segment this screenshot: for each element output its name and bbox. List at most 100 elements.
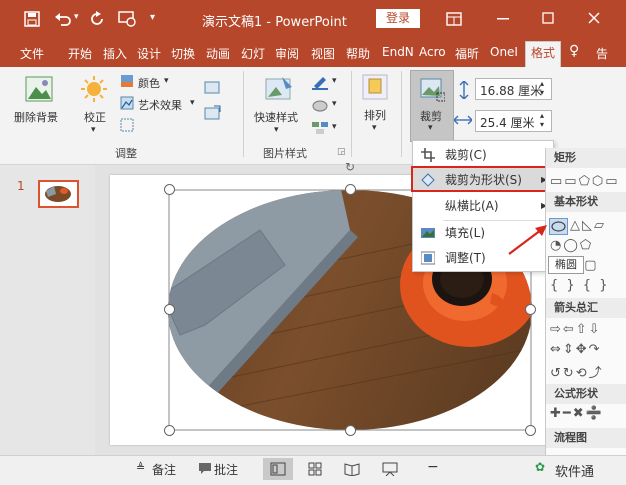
tab-review[interactable]: 审阅 xyxy=(275,45,299,62)
tab-format[interactable]: 格式 xyxy=(525,41,562,68)
arrange-dropdown-icon: ▾ xyxy=(372,123,377,133)
basic-shapes-row-2[interactable]: ◔◯⬠ xyxy=(550,238,593,253)
width-value: 25.4 厘米 xyxy=(480,116,535,130)
reading-view-icon[interactable] xyxy=(344,462,360,476)
corrections-dropdown-icon: ▾ xyxy=(91,125,96,135)
ribbon-display-icon[interactable] xyxy=(446,11,462,27)
resize-handle[interactable] xyxy=(345,425,356,436)
crop-button[interactable]: 裁剪 ▾ xyxy=(410,70,454,142)
crop-icon xyxy=(420,78,445,102)
rotate-handle-icon[interactable]: ↻ xyxy=(345,160,355,174)
tab-home[interactable]: 开始 xyxy=(68,45,92,62)
redo-icon[interactable] xyxy=(88,10,106,28)
quick-styles-button[interactable]: 快速样式 xyxy=(254,109,298,125)
shape-width-icon xyxy=(454,115,472,125)
resize-handle[interactable] xyxy=(164,425,175,436)
rectangle-shapes-row[interactable]: ▭▭⬠⬡▭ xyxy=(550,174,620,189)
width-input[interactable]: 25.4 厘米 ▴ ▾ xyxy=(475,110,552,132)
tab-tell-me[interactable]: 告 xyxy=(596,45,608,62)
close-icon[interactable] xyxy=(588,12,600,24)
picture-border-dropdown-icon[interactable]: ▾ xyxy=(332,76,337,86)
dialog-launcher-icon[interactable]: ◲ xyxy=(337,147,346,157)
comments-icon xyxy=(199,463,211,474)
compress-pictures-icon[interactable] xyxy=(204,79,222,95)
notes-button[interactable]: 备注 xyxy=(152,461,176,478)
tab-help[interactable]: 帮助 xyxy=(346,45,370,62)
minimize-icon[interactable] xyxy=(497,18,509,20)
arrange-button[interactable]: 排列 xyxy=(364,107,386,123)
undo-icon[interactable] xyxy=(54,11,72,27)
tab-acrobat[interactable]: Acro xyxy=(419,45,446,59)
comments-button[interactable]: 批注 xyxy=(214,461,238,478)
shape-tooltip: 椭圆 xyxy=(548,256,584,274)
picture-border-icon[interactable] xyxy=(311,74,329,90)
remove-background-button[interactable]: 删除背景 xyxy=(14,109,58,125)
picture-effects-dropdown-icon[interactable]: ▾ xyxy=(332,99,337,109)
lightbulb-icon[interactable]: ♀ xyxy=(569,43,579,59)
color-button[interactable]: 颜色 xyxy=(138,75,160,91)
undo-dropdown-icon[interactable]: ▾ xyxy=(74,12,79,22)
change-picture-icon[interactable] xyxy=(204,105,222,121)
wechat-icon: ✿ xyxy=(535,460,546,474)
annotation-arrow xyxy=(508,225,547,255)
menu-item-aspect-ratio[interactable]: 纵横比(A) ▶ xyxy=(413,194,553,218)
remove-background-icon xyxy=(25,76,53,102)
arrow-shapes-row-1[interactable]: ⇨⇦⇧⇩ xyxy=(550,322,602,337)
resize-handle[interactable] xyxy=(345,184,356,195)
height-spinner[interactable]: ▴ ▾ xyxy=(540,79,544,97)
tab-transitions[interactable]: 切换 xyxy=(171,45,195,62)
resize-handle[interactable] xyxy=(525,304,536,315)
width-spinner[interactable]: ▴ ▾ xyxy=(540,111,544,129)
height-value: 16.88 厘米 xyxy=(480,84,543,98)
slide-thumbnail[interactable] xyxy=(38,180,79,208)
fill-icon xyxy=(421,228,435,238)
oval-icon xyxy=(551,221,566,232)
height-input[interactable]: 16.88 厘米 ▴ ▾ xyxy=(475,78,552,100)
artistic-effects-button[interactable]: 艺术效果 xyxy=(138,97,182,113)
menu-item-crop[interactable]: 裁剪(C) xyxy=(413,143,553,167)
basic-shapes-row-4[interactable]: { } { } xyxy=(550,278,609,293)
tab-slideshow[interactable]: 幻灯 xyxy=(241,45,265,62)
artistic-effects-icon xyxy=(120,96,134,110)
resize-handle[interactable] xyxy=(164,184,175,195)
restore-icon[interactable] xyxy=(542,12,554,24)
resize-handle[interactable] xyxy=(164,304,175,315)
section-flowchart: 流程图 xyxy=(546,428,626,448)
tab-onenote[interactable]: OneI xyxy=(490,45,518,59)
tab-view[interactable]: 视图 xyxy=(311,45,335,62)
highlight-box xyxy=(411,166,547,192)
normal-view-button[interactable] xyxy=(263,458,293,480)
resize-handle[interactable] xyxy=(525,425,536,436)
picture-styles-group-label: 图片样式 xyxy=(263,147,307,160)
customize-icon[interactable]: ▾ xyxy=(150,12,155,23)
tab-insert[interactable]: 插入 xyxy=(103,45,127,62)
basic-shapes-row-1[interactable]: △◺▱ xyxy=(570,218,606,233)
tab-foxit[interactable]: 福昕 xyxy=(455,45,479,62)
zoom-out-button[interactable]: − xyxy=(427,459,439,475)
ribbon-tabs: 文件 开始 插入 设计 切换 动画 幻灯 审阅 视图 帮助 EndN Acro … xyxy=(0,38,626,68)
tab-design[interactable]: 设计 xyxy=(137,45,161,62)
slideshow-icon[interactable] xyxy=(382,462,398,476)
arrow-shapes-row-2[interactable]: ⇔⇕✥↷ xyxy=(550,342,602,357)
transparency-icon[interactable] xyxy=(120,118,134,132)
login-button[interactable]: 登录 xyxy=(376,9,420,28)
save-icon[interactable] xyxy=(24,11,40,27)
arrow-shapes-row-3[interactable]: ↺↻⟲⤴ xyxy=(550,362,604,381)
crop-icon xyxy=(421,148,435,162)
crop-dropdown-icon: ▾ xyxy=(428,123,433,133)
picture-effects-icon[interactable] xyxy=(311,97,329,113)
oval-shape-selected[interactable] xyxy=(549,218,568,235)
picture-layout-dropdown-icon[interactable]: ▾ xyxy=(332,122,337,132)
corrections-button[interactable]: 校正 xyxy=(84,109,106,125)
equation-shapes-row[interactable]: ✚━✖➗ xyxy=(550,406,604,421)
tab-file[interactable]: 文件 xyxy=(20,45,44,62)
section-equation-shapes: 公式形状 xyxy=(546,384,626,404)
corrections-icon xyxy=(81,76,107,102)
picture-layout-icon[interactable] xyxy=(311,120,329,136)
artistic-effects-dropdown-icon: ▾ xyxy=(190,98,195,108)
tab-endnote[interactable]: EndN xyxy=(382,45,414,59)
present-icon[interactable] xyxy=(118,10,138,28)
slide-sorter-icon[interactable] xyxy=(308,462,322,476)
tab-animations[interactable]: 动画 xyxy=(206,45,230,62)
color-dropdown-icon: ▾ xyxy=(164,76,169,86)
